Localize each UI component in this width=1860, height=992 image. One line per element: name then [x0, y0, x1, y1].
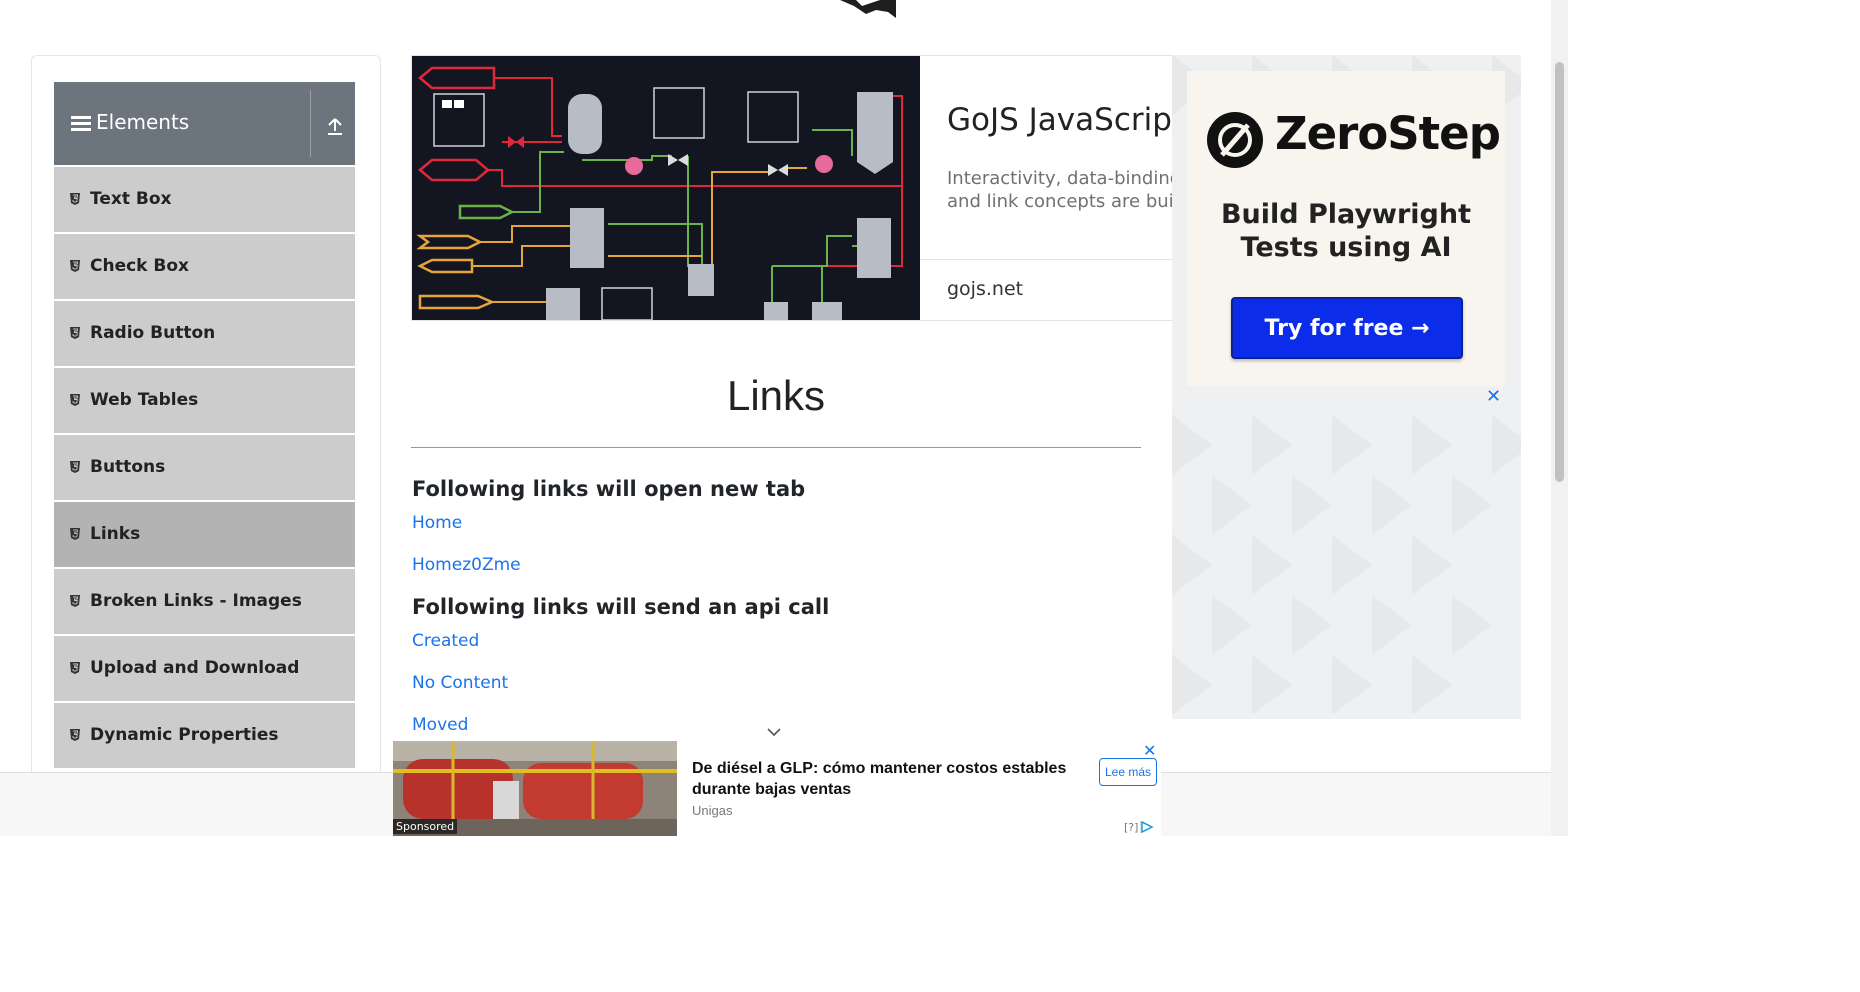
header-divider [310, 90, 311, 157]
try-for-free-button[interactable]: Try for free → [1231, 297, 1463, 359]
page: Elements Text Box Check Box Radio Button… [0, 0, 1568, 836]
zerostep-tagline: Build Playwright Tests using AI [1187, 198, 1505, 264]
sidebar-item-text-box[interactable]: Text Box [54, 167, 355, 234]
hamburger-icon [71, 116, 91, 132]
html5-icon [70, 528, 80, 540]
title-divider [411, 447, 1141, 448]
html5-icon [70, 327, 80, 339]
html5-icon [70, 260, 80, 272]
sidebar-item-label: Buttons [90, 457, 166, 477]
banner-ad-description: Interactivity, data-binding, and link co… [947, 168, 1175, 212]
bottom-sponsored-ad[interactable]: Sponsored De diésel a GLP: cómo mantener… [393, 741, 1161, 836]
sidebar-item-dynamic-properties[interactable]: Dynamic Properties [54, 703, 355, 770]
new-tab-links-heading: Following links will open new tab [412, 477, 806, 501]
elements-group-header[interactable]: Elements [54, 82, 355, 165]
sidebar-item-label: Broken Links - Images [90, 591, 302, 611]
scrollbar-thumb[interactable] [1555, 62, 1564, 482]
lee-mas-button[interactable]: Lee más [1099, 758, 1157, 786]
zerostep-logo-icon [1207, 112, 1263, 168]
zerostep-card: ZeroStep Build Playwright Tests using AI… [1187, 71, 1505, 386]
site-logo-fragment[interactable] [836, 0, 900, 20]
html5-icon [70, 461, 80, 473]
tagline-line-1: Build Playwright [1220, 199, 1472, 230]
bottom-ad-headline[interactable]: De diésel a GLP: cómo mantener costos es… [692, 758, 1072, 800]
chevron-down-icon[interactable] [765, 726, 783, 738]
sidebar-item-label: Text Box [90, 189, 172, 209]
sidebar-item-check-box[interactable]: Check Box [54, 234, 355, 301]
sidebar-item-label: Radio Button [90, 323, 216, 343]
banner-ad-url[interactable]: gojs.net [947, 278, 1023, 300]
collapse-up-icon[interactable] [325, 116, 345, 136]
sidebar-item-label: Dynamic Properties [90, 725, 279, 745]
sidebar-item-radio-button[interactable]: Radio Button [54, 301, 355, 368]
html5-icon [70, 729, 80, 741]
tagline-line-2: Tests using AI [1240, 232, 1452, 263]
html5-icon [70, 595, 80, 607]
moved-link[interactable]: Moved [412, 715, 468, 735]
banner-ad-separator [920, 259, 1174, 260]
close-bottom-ad-icon[interactable]: ✕ [1143, 741, 1156, 760]
dynamic-home-link[interactable]: Homez0Zme [412, 555, 521, 575]
sidebar-item-label: Check Box [90, 256, 190, 276]
sidebar-item-label: Links [90, 524, 141, 544]
gojs-banner-ad[interactable]: GoJS JavaScript Interactivity, data-bind… [411, 55, 1175, 321]
zerostep-brand: ZeroStep [1275, 107, 1501, 160]
vertical-scrollbar[interactable] [1551, 0, 1568, 836]
sidebar-item-upload-download[interactable]: Upload and Download [54, 636, 355, 703]
html5-icon [70, 193, 80, 205]
home-link[interactable]: Home [412, 513, 462, 533]
created-link[interactable]: Created [412, 631, 479, 651]
sidebar-item-label: Upload and Download [90, 658, 300, 678]
adchoices-icon[interactable] [1140, 821, 1154, 833]
sidebar-menu: Text Box Check Box Radio Button Web Tabl… [54, 167, 355, 770]
ad-info-link[interactable]: [?] [1124, 821, 1138, 834]
sidebar-item-links[interactable]: Links [54, 502, 355, 569]
html5-icon [70, 394, 80, 406]
api-call-links-heading: Following links will send an api call [412, 595, 830, 619]
banner-ad-title[interactable]: GoJS JavaScript [947, 102, 1174, 138]
sidebar-item-web-tables[interactable]: Web Tables [54, 368, 355, 435]
sponsored-label: Sponsored [393, 819, 458, 834]
page-title: Links [726, 372, 826, 419]
bottom-ad-advertiser: Unigas [692, 803, 733, 818]
sidebar-item-label: Web Tables [90, 390, 199, 410]
zerostep-side-ad[interactable]: ZeroStep Build Playwright Tests using AI… [1172, 55, 1521, 719]
sidebar-item-broken-links[interactable]: Broken Links - Images [54, 569, 355, 636]
group-title: Elements [96, 110, 190, 134]
html5-icon [70, 662, 80, 674]
close-ad-icon[interactable]: ✕ [1486, 386, 1501, 407]
sidebar-item-buttons[interactable]: Buttons [54, 435, 355, 502]
no-content-link[interactable]: No Content [412, 673, 508, 693]
gojs-diagram-image [412, 56, 920, 320]
